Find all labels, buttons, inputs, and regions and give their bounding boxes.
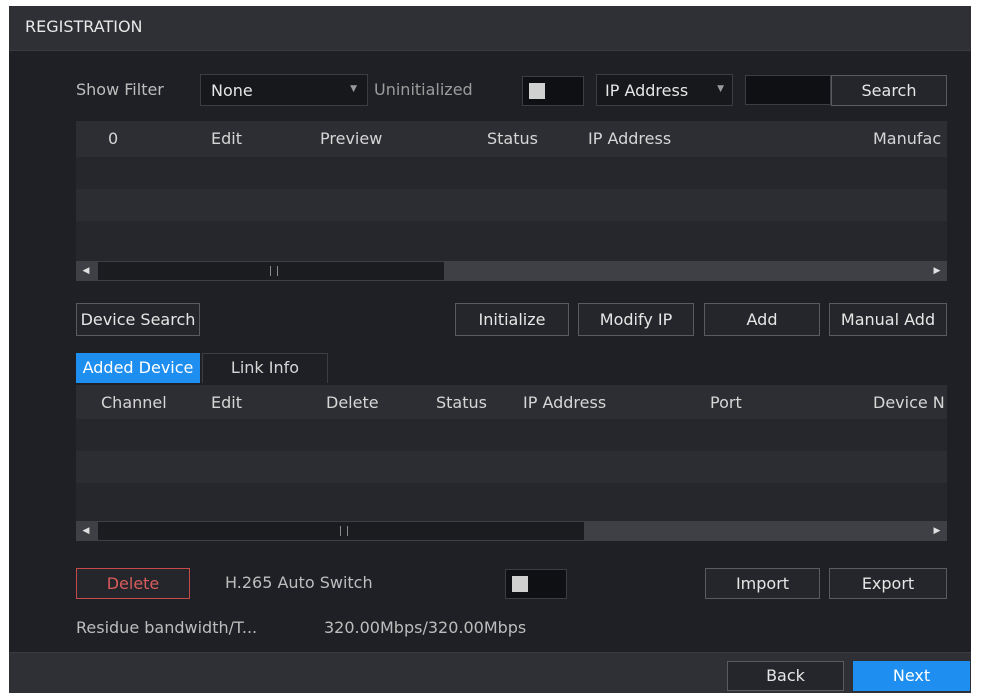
scroll-left-icon[interactable]: ◀ <box>76 521 96 541</box>
column-header: IP Address <box>523 393 607 412</box>
initialize-button[interactable]: Initialize <box>455 303 569 336</box>
column-header: IP Address <box>588 129 672 148</box>
column-header: Edit <box>211 129 242 148</box>
table-row[interactable] <box>76 157 947 189</box>
chevron-down-icon: ▼ <box>717 84 724 94</box>
h265-auto-switch-label: H.265 Auto Switch <box>225 573 373 592</box>
column-header: Status <box>487 129 538 148</box>
horizontal-scrollbar[interactable]: ◀ ▶ <box>76 261 947 281</box>
title-bar: REGISTRATION <box>9 6 971 51</box>
column-header: Device N <box>873 393 945 412</box>
scroll-right-icon[interactable]: ▶ <box>927 521 947 541</box>
uninitialized-label: Uninitialized <box>374 80 473 99</box>
table-row[interactable] <box>76 419 947 451</box>
column-header: Manufac <box>873 129 942 148</box>
tab-link-info[interactable]: Link Info <box>202 353 328 383</box>
import-button[interactable]: Import <box>705 568 820 599</box>
column-header: Status <box>436 393 487 412</box>
uninitialized-toggle[interactable] <box>522 76 584 106</box>
delete-button[interactable]: Delete <box>76 568 190 599</box>
table-row[interactable] <box>76 221 947 253</box>
table-row[interactable] <box>76 483 947 515</box>
scrollbar-thumb[interactable] <box>98 262 444 280</box>
search-type-select[interactable]: IP Address ▼ <box>596 74 733 106</box>
manual-add-button[interactable]: Manual Add <box>829 303 947 336</box>
scroll-left-icon[interactable]: ◀ <box>76 261 96 281</box>
search-button[interactable]: Search <box>831 75 947 106</box>
column-header: Channel <box>101 393 167 412</box>
show-filter-value: None <box>211 81 253 100</box>
column-header: Edit <box>211 393 242 412</box>
table-header: 0 Edit Preview Status IP Address Manufac <box>76 121 947 157</box>
grip-icon <box>270 266 278 276</box>
tab-added-device[interactable]: Added Device <box>76 353 200 383</box>
add-button[interactable]: Add <box>704 303 820 336</box>
search-input[interactable] <box>745 75 831 105</box>
column-header: Delete <box>326 393 379 412</box>
export-button[interactable]: Export <box>829 568 947 599</box>
search-type-value: IP Address <box>605 81 689 100</box>
show-filter-label: Show Filter <box>76 80 164 99</box>
window-title: REGISTRATION <box>25 17 143 36</box>
residue-bandwidth-label: Residue bandwidth/T... <box>76 618 258 637</box>
toggle-knob <box>529 83 545 99</box>
footer-bar: Back Next <box>9 652 971 693</box>
h265-auto-switch-toggle[interactable] <box>505 569 567 599</box>
scroll-right-icon[interactable]: ▶ <box>927 261 947 281</box>
residue-bandwidth-value: 320.00Mbps/320.00Mbps <box>324 618 527 637</box>
column-header: Port <box>710 393 742 412</box>
column-header: 0 <box>108 129 119 148</box>
table-row[interactable] <box>76 189 947 221</box>
show-filter-select[interactable]: None ▼ <box>200 74 368 106</box>
horizontal-scrollbar[interactable]: ◀ ▶ <box>76 521 947 541</box>
device-search-button[interactable]: Device Search <box>76 303 200 336</box>
device-search-table: 0 Edit Preview Status IP Address Manufac… <box>76 121 947 281</box>
next-button[interactable]: Next <box>853 661 970 691</box>
modify-ip-button[interactable]: Modify IP <box>578 303 694 336</box>
table-row[interactable] <box>76 451 947 483</box>
table-header: Channel Edit Delete Status IP Address Po… <box>76 385 947 419</box>
scrollbar-thumb[interactable] <box>98 522 584 540</box>
grip-icon <box>340 526 348 536</box>
registration-window: REGISTRATION Show Filter None ▼ Uninitia… <box>9 6 971 693</box>
back-button[interactable]: Back <box>727 661 844 691</box>
added-device-table: Channel Edit Delete Status IP Address Po… <box>76 385 947 541</box>
column-header: Preview <box>320 129 383 148</box>
chevron-down-icon: ▼ <box>350 84 357 94</box>
toggle-knob <box>512 576 528 592</box>
